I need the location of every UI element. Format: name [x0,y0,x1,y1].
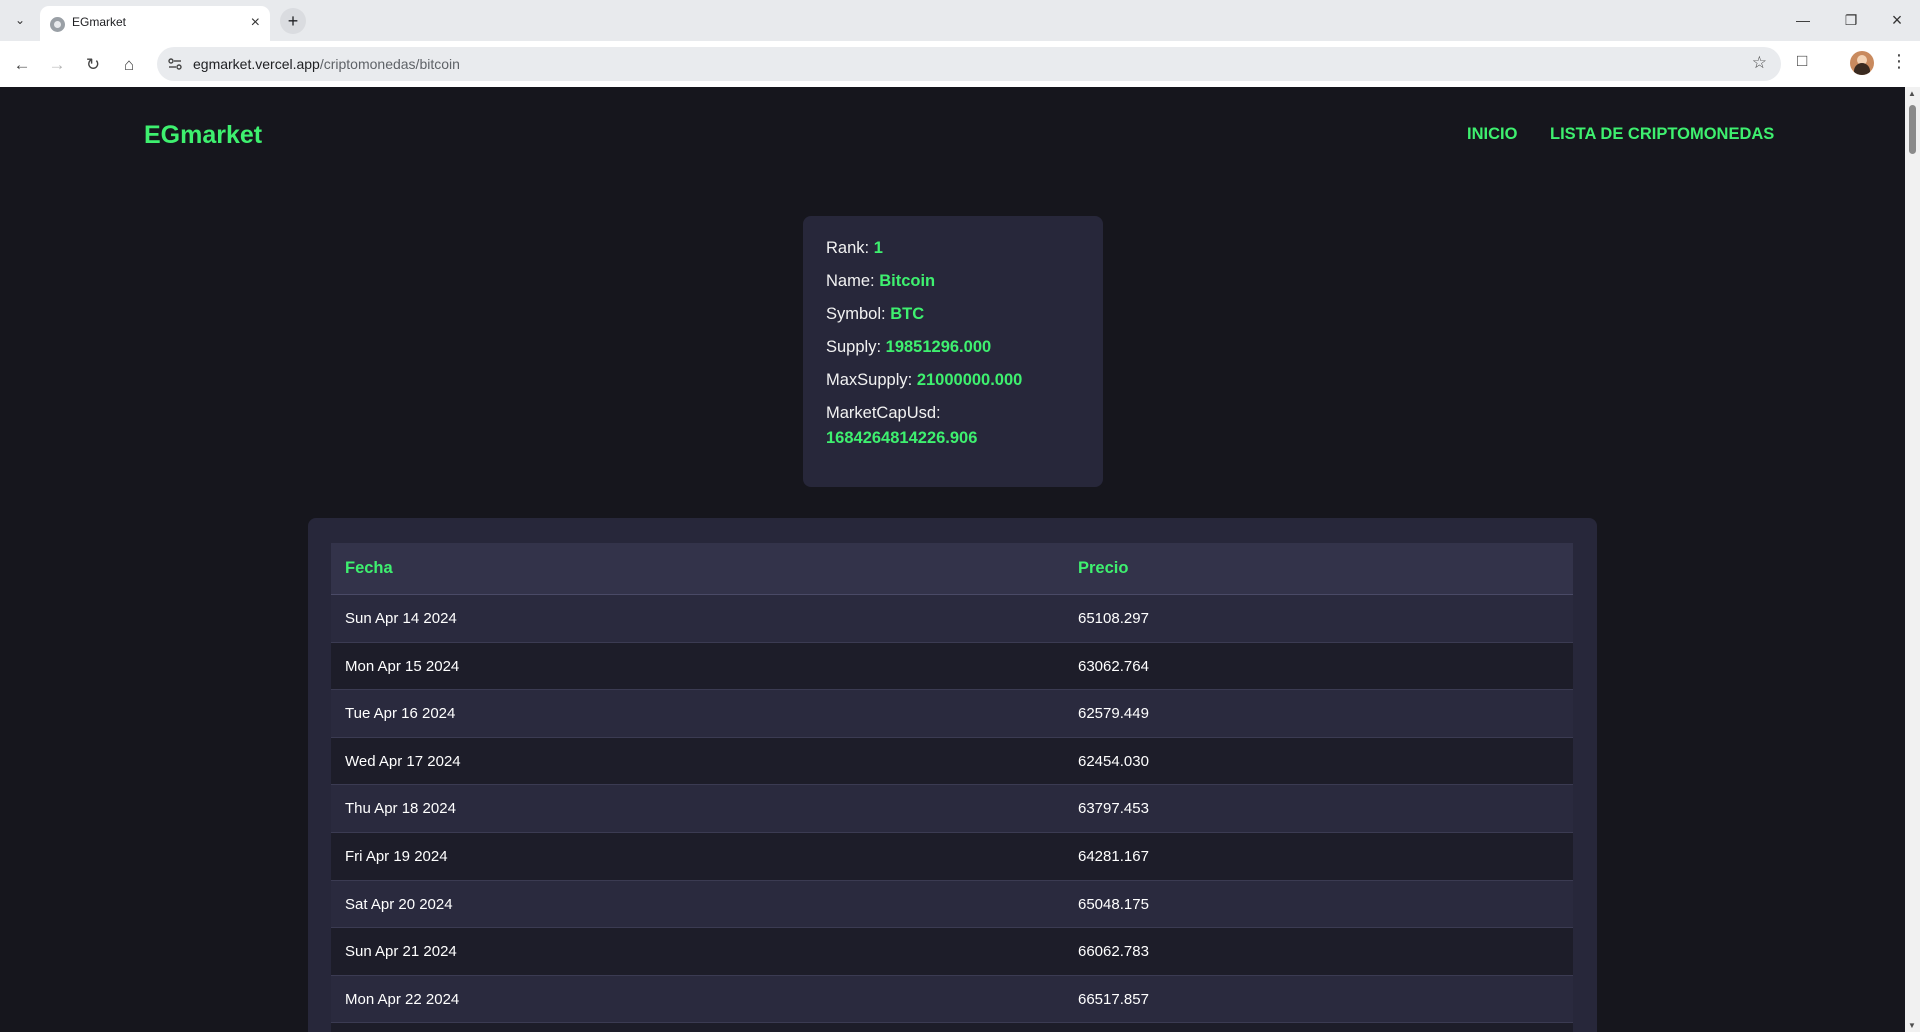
table-row: Mon Apr 15 2024 63062.764 [331,642,1573,691]
cell-fecha: Sun Apr 21 2024 [345,943,457,961]
cell-fecha: Mon Apr 22 2024 [345,990,460,1008]
cell-fecha: Sat Apr 20 2024 [345,895,453,913]
favicon-icon [50,17,65,32]
site-info-icon[interactable] [167,56,183,72]
scroll-thumb[interactable] [1909,105,1916,154]
marketcap-row: 1684264814226.906 [826,429,977,448]
cell-fecha: Sun Apr 14 2024 [345,610,457,627]
site-logo[interactable]: EGmarket [144,121,262,150]
nav-link-inicio[interactable]: INICIO [1467,125,1517,144]
cell-fecha: Mon Apr 15 2024 [345,657,460,675]
supply-row: Supply: 19851296.000 [826,338,991,357]
cell-precio: 63062.764 [1078,657,1149,675]
cell-precio: 66517.857 [1078,990,1149,1008]
address-bar[interactable]: egmarket.vercel.app/criptomonedas/bitcoi… [157,47,1781,81]
table-row: Sun Apr 14 2024 65108.297 [331,595,1573,643]
table-row: Wed Apr 17 2024 62454.030 [331,737,1573,786]
cell-precio: 62579.449 [1078,705,1149,723]
avatar[interactable] [1850,51,1874,75]
tab-title: EGmarket [72,15,127,29]
rank-row: Rank: 1 [826,239,883,258]
minimize-icon[interactable]: — [1790,8,1816,32]
url-text: egmarket.vercel.app/criptomonedas/bitcoi… [193,56,460,72]
symbol-label: Symbol: [826,305,886,323]
maxsupply-value: 21000000.000 [916,371,1023,389]
extensions-icon[interactable]: □ [1797,51,1807,71]
table-row: Sat Apr 20 2024 65048.175 [331,880,1573,929]
forward-icon[interactable]: → [45,53,69,77]
cell-precio: 65108.297 [1078,610,1149,627]
new-tab-button[interactable]: + [280,8,306,34]
browser-chrome: ⌄ EGmarket × + — ❐ × ← → ↻ ⌂ egmarket.ve… [0,0,1920,87]
marketcap-label: MarketCapUsd: [826,404,941,422]
vertical-scrollbar[interactable]: ▲ ▼ [1905,87,1920,1032]
url-path: /criptomonedas/bitcoin [319,56,460,72]
supply-value: 19851296.000 [885,338,992,356]
tab-strip: ⌄ EGmarket × + — ❐ × [0,0,1920,41]
kebab-menu-icon[interactable]: ⋮ [1890,51,1908,72]
maxsupply-label: MaxSupply: [826,371,913,389]
cell-fecha: Thu Apr 18 2024 [345,800,456,818]
scroll-up-icon[interactable]: ▲ [1908,89,1916,98]
url-host: egmarket.vercel.app [193,56,320,72]
browser-tab[interactable]: EGmarket × [40,6,270,41]
window-close-icon[interactable]: × [1884,8,1910,32]
table-row [331,1023,1573,1032]
price-history-table: Fecha Precio Sun Apr 14 2024 65108.297 M… [331,543,1573,1032]
cell-precio: 65048.175 [1078,895,1149,913]
cell-precio: 64281.167 [1078,847,1149,865]
back-icon[interactable]: ← [10,53,34,77]
tab-list-icon[interactable]: ⌄ [10,10,30,30]
reload-icon[interactable]: ↻ [81,53,105,77]
cell-fecha: Tue Apr 16 2024 [345,705,456,723]
table-row: Sun Apr 21 2024 66062.783 [331,928,1573,976]
coin-info-card: Rank: 1 Name: Bitcoin Symbol: BTC Supply… [803,216,1103,487]
nav-link-lista-criptomonedas[interactable]: LISTA DE CRIPTOMONEDAS [1550,125,1774,144]
table-row: Mon Apr 22 2024 66517.857 [331,975,1573,1024]
cell-precio: 63797.453 [1078,800,1149,818]
page-viewport: EGmarket INICIO LISTA DE CRIPTOMONEDAS R… [0,87,1905,1032]
table-header: Fecha Precio [331,543,1573,595]
name-row: Name: Bitcoin [826,272,935,291]
cell-precio: 66062.783 [1078,943,1149,961]
marketcap-value: 1684264814226.906 [826,429,978,447]
cell-fecha: Wed Apr 17 2024 [345,752,461,770]
table-row: Fri Apr 19 2024 64281.167 [331,832,1573,881]
name-label: Name: [826,272,875,290]
scroll-down-icon[interactable]: ▼ [1908,1021,1916,1030]
cell-precio: 62454.030 [1078,752,1149,770]
close-icon[interactable]: × [251,14,260,32]
browser-toolbar: ← → ↻ ⌂ egmarket.vercel.app/criptomoneda… [0,41,1920,87]
price-history-card: Fecha Precio Sun Apr 14 2024 65108.297 M… [308,518,1597,1032]
rank-label: Rank: [826,239,870,257]
restore-icon[interactable]: ❐ [1838,8,1864,32]
bookmark-star-icon[interactable]: ☆ [1752,53,1767,73]
name-value: Bitcoin [879,272,936,290]
table-row: Tue Apr 16 2024 62579.449 [331,690,1573,738]
supply-label: Supply: [826,338,882,356]
symbol-value: BTC [890,305,925,323]
table-row: Thu Apr 18 2024 63797.453 [331,785,1573,833]
column-header-precio: Precio [1078,559,1129,577]
column-header-fecha: Fecha [345,559,393,577]
cell-fecha: Fri Apr 19 2024 [345,847,448,865]
rank-value: 1 [873,239,883,257]
home-icon[interactable]: ⌂ [117,53,141,77]
maxsupply-row: MaxSupply: 21000000.000 [826,371,1022,390]
symbol-row: Symbol: BTC [826,305,924,324]
